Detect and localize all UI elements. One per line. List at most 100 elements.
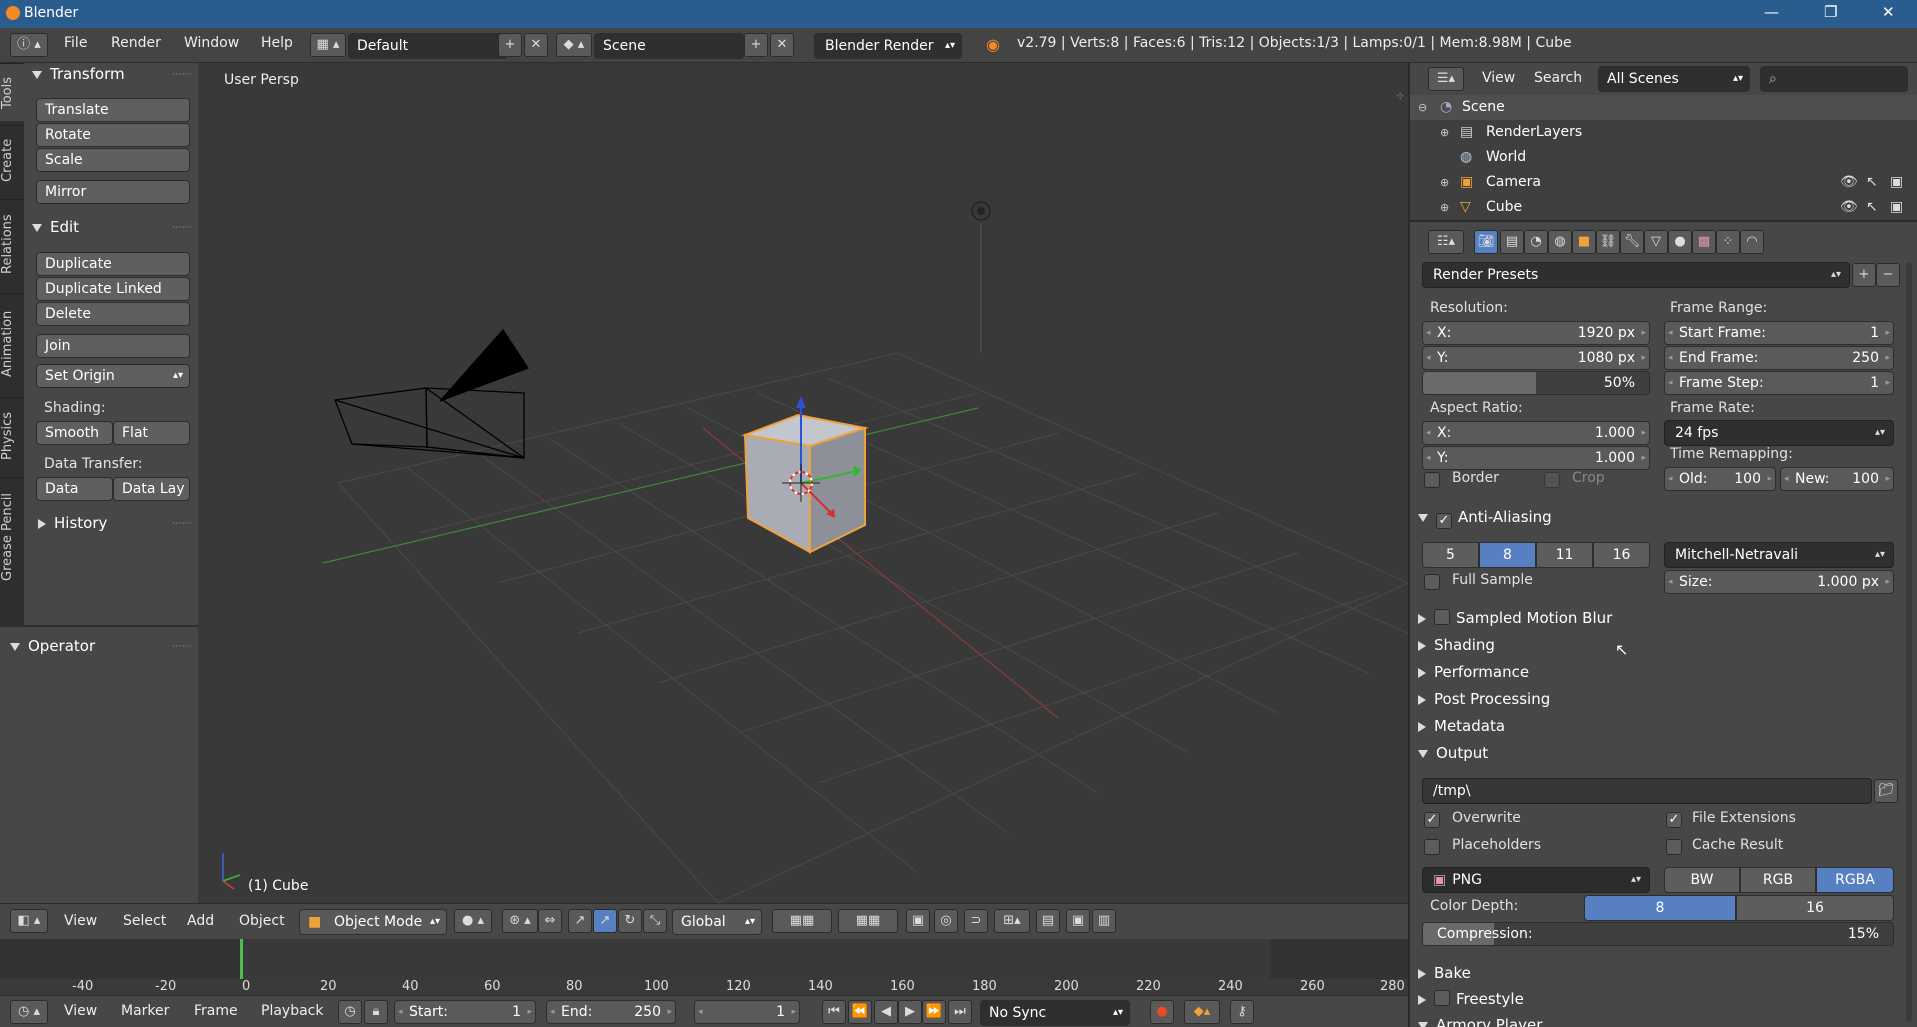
start-frame-field[interactable]: ◂ Start: 1 ▸ [394,1000,536,1024]
render-still-icon[interactable]: ▣ [1066,909,1090,933]
3d-viewport[interactable]: User Persp ⊹ (1) Cube [198,63,1408,903]
bake-section[interactable]: Bake [1418,960,1908,986]
play-icon[interactable]: ▶ [898,1000,922,1024]
keying-set-icon[interactable]: ◆▴ [1184,1000,1220,1024]
tab-relations[interactable]: Relations [0,199,24,289]
full-sample-checkbox[interactable] [1424,574,1440,590]
remove-layout-icon[interactable]: ✕ [524,33,548,57]
add-menu[interactable]: Add [187,913,214,929]
sync-dropdown[interactable]: No Sync ▴▾ [980,1000,1130,1026]
constraints-tab-icon[interactable]: ⛓︎ [1596,230,1620,254]
duplicate-button[interactable]: Duplicate [36,252,190,276]
anti-aliasing-section-header[interactable]: ✓ Anti-Aliasing [1418,504,1908,530]
join-button[interactable]: Join [36,334,190,358]
panel-grip-icon[interactable]: ⋯⋯ [172,641,192,652]
object-tab-icon[interactable]: ■ [1572,230,1596,254]
translate-button[interactable]: Translate [36,98,190,122]
aa-samples-16[interactable]: 16 [1593,542,1650,568]
particles-tab-icon[interactable]: ⁘ [1716,230,1740,254]
remove-scene-icon[interactable]: ✕ [770,33,794,57]
data-button[interactable]: Data [36,477,113,501]
lamp-icon[interactable] [971,201,991,221]
render-tab-icon[interactable]: 📷︎ [1474,230,1498,254]
texture-tab-icon[interactable]: ▩ [1692,230,1716,254]
add-layout-icon[interactable]: + [498,33,522,57]
flat-button[interactable]: Flat [113,421,190,445]
viewport-shading-icon[interactable]: ● ▴ [454,909,492,933]
selectable-cursor-icon[interactable]: ↖ [1866,170,1878,195]
close-window-button[interactable]: ✕ [1882,3,1895,21]
aa-samples-8[interactable]: 8 [1479,542,1536,568]
opengl-render-icon[interactable]: ▤ [1036,909,1060,933]
add-preset-icon[interactable]: + [1852,263,1876,287]
outliner-search-input[interactable]: ⌕ [1760,66,1908,92]
color-depth-8[interactable]: 8 [1584,895,1736,921]
pivot-point-icon[interactable]: ⊛ ▴ [502,909,538,933]
outliner-row-cube[interactable]: ⊕ ▽ Cube 👁︎ ↖ ▣ [1410,195,1917,220]
frame-menu[interactable]: Frame [194,1003,238,1019]
material-tab-icon[interactable]: ● [1668,230,1692,254]
editor-type-properties-icon[interactable]: ☷▴ [1428,230,1464,254]
current-frame-field[interactable]: ◂ 1 ▸ [694,1000,800,1024]
panel-grip-icon[interactable]: ⋯⋯ [172,222,192,233]
edit-panel-header[interactable]: Edit [32,218,79,236]
lock-layers-icon[interactable]: ▣ [906,909,930,933]
play-reverse-icon[interactable]: ◀ [874,1000,898,1024]
timeline-view-menu[interactable]: View [64,1003,97,1019]
post-processing-section[interactable]: Post Processing [1418,686,1908,712]
freestyle-section[interactable]: Freestyle [1418,986,1908,1012]
outliner-row-camera[interactable]: ⊕ ▣ Camera 👁︎ ↖ ▣ [1410,170,1917,195]
add-scene-icon[interactable]: + [744,33,768,57]
set-origin-dropdown[interactable]: Set Origin ▴▾ [36,364,190,388]
orientation-dropdown[interactable]: Global ▴▾ [672,909,762,935]
snap-icon[interactable]: ⊃ [964,909,988,933]
freestyle-checkbox[interactable] [1434,990,1450,1006]
color-depth-16[interactable]: 16 [1736,895,1894,921]
outliner-view-menu[interactable]: View [1482,70,1515,86]
overwrite-checkbox[interactable]: ✓ [1424,812,1440,828]
menu-help[interactable]: Help [261,35,293,51]
tab-create[interactable]: Create [0,125,24,195]
menu-file[interactable]: File [64,35,87,51]
tab-animation[interactable]: Animation [0,293,24,393]
menu-render[interactable]: Render [111,35,161,51]
folder-browse-icon[interactable]: 📁︎ [1874,779,1898,803]
scene-tab-icon[interactable]: ◔ [1524,230,1548,254]
world-tab-icon[interactable]: ◍ [1548,230,1572,254]
outliner-row-world[interactable]: ◍ World [1410,145,1917,170]
rotate-button[interactable]: Rotate [36,123,190,147]
placeholders-checkbox[interactable] [1424,839,1440,855]
armory-player-section[interactable]: Armory Player [1418,1012,1908,1027]
motion-blur-checkbox[interactable] [1434,609,1450,625]
aa-samples-11[interactable]: 11 [1536,542,1593,568]
camera-object[interactable] [334,328,529,459]
jump-end-icon[interactable]: ⏭ [948,1000,972,1024]
collapse-icon[interactable]: ⊖ [1418,95,1427,120]
preview-range-icon[interactable]: ◷ [338,1000,362,1024]
viewport-corner-icon[interactable]: ⊹ [1396,91,1404,102]
panel-grip-icon[interactable]: ⋯⋯ [172,518,192,529]
menu-window[interactable]: Window [184,35,239,51]
scene-field[interactable]: Scene [594,33,744,59]
object-mode-dropdown[interactable]: ■ Object Mode ▴▾ [299,909,447,935]
outliner-row-scene[interactable]: ⊖ ◔ Scene [1410,95,1917,120]
expand-icon[interactable]: ⊕ [1440,170,1449,195]
duplicate-linked-button[interactable]: Duplicate Linked [36,277,190,301]
jump-start-icon[interactable]: ⏮ [822,1000,846,1024]
manipulator-toggle-icon[interactable]: ⇔ [538,909,562,933]
expand-icon[interactable]: ⊕ [1440,120,1449,145]
remove-preset-icon[interactable]: − [1876,263,1900,287]
snap-element-icon[interactable]: ⊞▴ [994,909,1030,933]
aa-size-field[interactable]: ◂ Size: 1.000 px ▸ [1664,570,1894,594]
keying-icon[interactable]: ⚷ [1230,1000,1254,1024]
maximize-button[interactable]: ❐ [1824,3,1837,21]
editor-type-outliner-icon[interactable]: ☰▴ [1428,67,1464,91]
layers-left-icon[interactable]: ▦▦ [772,909,832,933]
frame-rate-dropdown[interactable]: 24 fps ▴▾ [1664,420,1894,446]
current-frame-marker[interactable] [240,939,243,979]
expand-icon[interactable]: ⊕ [1440,195,1449,220]
translate-mode-icon[interactable]: ↗ [593,909,617,933]
end-frame-field[interactable]: ◂ End Frame: 250 ▸ [1664,346,1894,370]
select-menu[interactable]: Select [123,913,166,929]
playback-menu[interactable]: Playback [261,1003,323,1019]
